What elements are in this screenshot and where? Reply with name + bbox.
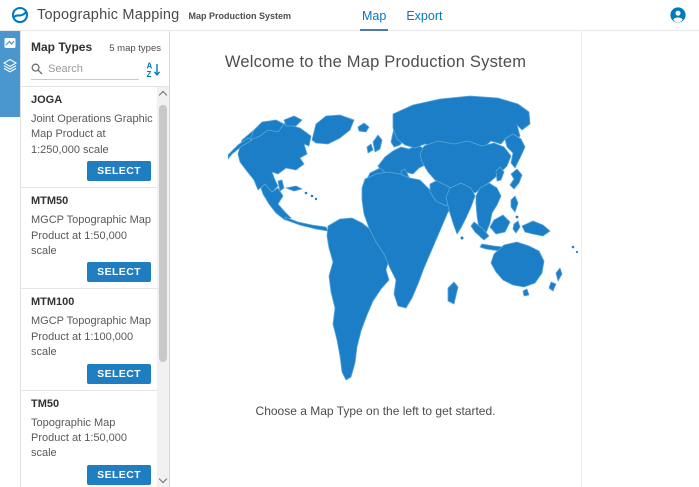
map-type-item: MTM100 MGCP Topographic Map Product at 1:… bbox=[21, 289, 157, 390]
main-content: Welcome to the Map Production System bbox=[170, 31, 699, 487]
tab-export[interactable]: Export bbox=[404, 0, 444, 31]
map-type-description: MGCP Topographic Map Product at 1:100,00… bbox=[31, 314, 153, 360]
map-type-count: 5 map types bbox=[109, 43, 161, 54]
map-type-description: Topographic Map Product at 1:50,000 scal… bbox=[31, 416, 153, 462]
scroll-thumb[interactable] bbox=[159, 105, 167, 362]
map-panel-icon[interactable] bbox=[3, 36, 17, 50]
map-type-name: TM50 bbox=[31, 398, 153, 410]
sort-a-z-icon[interactable]: A Z bbox=[145, 61, 161, 80]
welcome-panel: Welcome to the Map Production System bbox=[170, 31, 582, 487]
map-type-name: MTM50 bbox=[31, 195, 153, 207]
svg-text:Z: Z bbox=[147, 70, 152, 78]
map-type-item: JOGA Joint Operations Graphic Map Product… bbox=[21, 87, 157, 188]
search-box bbox=[31, 63, 139, 80]
select-button[interactable]: SELECT bbox=[87, 262, 151, 282]
world-map bbox=[228, 84, 581, 384]
select-button[interactable]: SELECT bbox=[87, 161, 151, 181]
map-type-description: Joint Operations Graphic Map Product at … bbox=[31, 112, 153, 158]
user-account-icon[interactable] bbox=[670, 7, 686, 28]
instruction-text: Choose a Map Type on the left to get sta… bbox=[170, 404, 581, 418]
panel-title: Map Types bbox=[31, 40, 92, 54]
tool-rail bbox=[0, 31, 21, 487]
layers-icon[interactable] bbox=[3, 58, 17, 73]
app-title: Topographic Mapping bbox=[37, 7, 179, 23]
app-header: Topographic Mapping Map Production Syste… bbox=[0, 0, 699, 31]
tool-rail-active-group bbox=[0, 31, 20, 117]
search-input[interactable] bbox=[48, 63, 120, 75]
nav-tabs: Map Export bbox=[360, 0, 444, 31]
globe-logo-icon bbox=[11, 6, 29, 24]
search-icon bbox=[31, 63, 43, 75]
scrollbar[interactable] bbox=[157, 87, 169, 487]
map-types-panel: Map Types 5 map types A Z bbox=[21, 31, 170, 487]
welcome-title: Welcome to the Map Production System bbox=[170, 53, 581, 72]
scroll-up-icon[interactable] bbox=[159, 91, 167, 99]
scroll-down-icon[interactable] bbox=[159, 475, 167, 483]
map-type-name: JOGA bbox=[31, 94, 153, 106]
map-type-item: TM50 Topographic Map Product at 1:50,000 … bbox=[21, 391, 157, 487]
map-type-name: MTM100 bbox=[31, 296, 153, 308]
map-type-item: MTM50 MGCP Topographic Map Product at 1:5… bbox=[21, 188, 157, 289]
tab-map[interactable]: Map bbox=[360, 0, 388, 31]
app-subtitle: Map Production System bbox=[188, 9, 291, 21]
select-button[interactable]: SELECT bbox=[87, 364, 151, 384]
map-type-description: MGCP Topographic Map Product at 1:50,000… bbox=[31, 213, 153, 259]
map-type-list: JOGA Joint Operations Graphic Map Product… bbox=[21, 87, 157, 487]
select-button[interactable]: SELECT bbox=[87, 465, 151, 485]
